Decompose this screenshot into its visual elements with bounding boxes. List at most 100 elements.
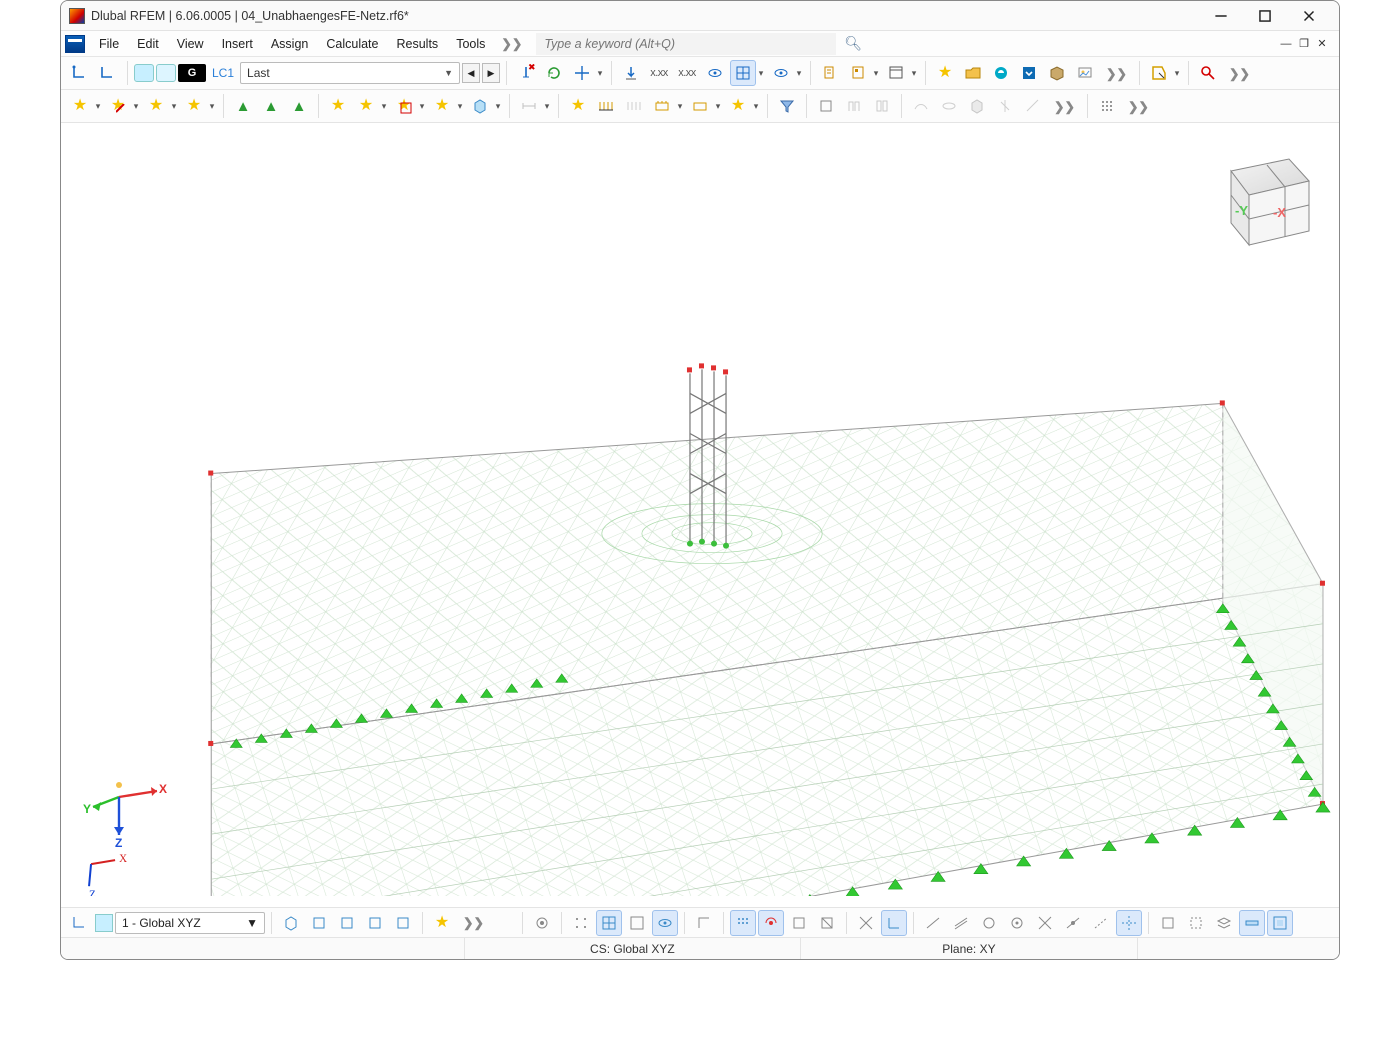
view-iso[interactable]: [278, 910, 304, 936]
tool-cloud-1[interactable]: [988, 60, 1014, 86]
gray-cube[interactable]: [964, 93, 990, 119]
menu-tools[interactable]: Tools: [448, 34, 493, 54]
dropdown-icon[interactable]: ▾: [871, 68, 881, 79]
load-line[interactable]: [593, 93, 619, 119]
snap-int[interactable]: [853, 910, 879, 936]
dropdown-icon[interactable]: ▾: [455, 101, 465, 112]
snap-last[interactable]: [1267, 910, 1293, 936]
nav-cube[interactable]: -X -Y: [1201, 137, 1321, 257]
star-nodes[interactable]: ★: [429, 910, 455, 936]
viewport-3d[interactable]: X Z -X -Y X Y Z: [61, 123, 1339, 907]
tool-coord-1[interactable]: [67, 60, 93, 86]
mdi-minimize-icon[interactable]: —: [1279, 37, 1293, 51]
snap-box2[interactable]: [1183, 910, 1209, 936]
tool-open[interactable]: [960, 60, 986, 86]
snap-box[interactable]: [1155, 910, 1181, 936]
snap-layers[interactable]: [1211, 910, 1237, 936]
snap-bar[interactable]: [1239, 910, 1265, 936]
gray-3[interactable]: [992, 93, 1018, 119]
prev-case-button[interactable]: ◀: [462, 63, 480, 83]
tool-eye-1[interactable]: [702, 60, 728, 86]
snap-line[interactable]: [920, 910, 946, 936]
new-member[interactable]: ★: [105, 93, 131, 119]
tool-new[interactable]: ★: [932, 60, 958, 86]
brand-tile-icon[interactable]: [65, 35, 85, 53]
tool-doc-2[interactable]: [845, 60, 871, 86]
maximize-button[interactable]: [1243, 1, 1287, 31]
snap-perp[interactable]: [881, 910, 907, 936]
snap-circ[interactable]: [976, 910, 1002, 936]
dropdown-icon[interactable]: ▾: [493, 101, 503, 112]
tool-select-poly[interactable]: [1146, 60, 1172, 86]
menu-view[interactable]: View: [169, 34, 212, 54]
color-swatch-1[interactable]: [134, 64, 154, 82]
minimize-button[interactable]: [1199, 1, 1243, 31]
gray-2[interactable]: [936, 93, 962, 119]
workplane-combo[interactable]: 1 - Global XYZ ▼: [115, 912, 265, 934]
dropdown-icon[interactable]: ▾: [1172, 68, 1182, 79]
new-star-1[interactable]: ★: [67, 93, 93, 119]
star-solid[interactable]: ★: [429, 93, 455, 119]
new-member-2[interactable]: ★: [143, 93, 169, 119]
dropdown-icon[interactable]: ▾: [207, 101, 217, 112]
search-input[interactable]: [536, 33, 836, 55]
load-case-combo[interactable]: Last ▼: [240, 62, 460, 84]
vis-1[interactable]: [529, 910, 555, 936]
snap-mid[interactable]: [814, 910, 840, 936]
filter[interactable]: [774, 93, 800, 119]
tool-delete-load[interactable]: ✖: [513, 60, 539, 86]
star-cube[interactable]: [467, 93, 493, 119]
vis-mesh[interactable]: [596, 910, 622, 936]
view-z[interactable]: [362, 910, 388, 936]
new-curve[interactable]: ★: [181, 93, 207, 119]
tool-box[interactable]: [1044, 60, 1070, 86]
menu-results[interactable]: Results: [389, 34, 447, 54]
dropdown-icon[interactable]: ▾: [379, 101, 389, 112]
load-area[interactable]: [649, 93, 675, 119]
tool-doc-3[interactable]: [883, 60, 909, 86]
load-solid[interactable]: ★: [725, 93, 751, 119]
tool-xxx-2[interactable]: x.xx: [674, 60, 700, 86]
dropdown-icon[interactable]: ▾: [169, 101, 179, 112]
dropdown-icon[interactable]: ▾: [751, 101, 761, 112]
vis-4[interactable]: [624, 910, 650, 936]
snap-obj[interactable]: [758, 910, 784, 936]
dropdown-icon[interactable]: ▾: [93, 101, 103, 112]
star-frame[interactable]: ★: [391, 93, 417, 119]
mdi-close-icon[interactable]: ✕: [1315, 37, 1329, 51]
gray-1[interactable]: [908, 93, 934, 119]
snap-cen[interactable]: [1004, 910, 1030, 936]
color-swatch-2[interactable]: [156, 64, 176, 82]
dropdown-icon[interactable]: ▾: [756, 68, 766, 79]
snap-ext[interactable]: [1088, 910, 1114, 936]
tool-arrows[interactable]: [569, 60, 595, 86]
dropdown-icon[interactable]: ▾: [909, 68, 919, 79]
menu-file[interactable]: File: [91, 34, 127, 54]
tool-xxx-1[interactable]: x.xx: [646, 60, 672, 86]
view-x[interactable]: [306, 910, 332, 936]
edit-section[interactable]: [869, 93, 895, 119]
snap-para[interactable]: [948, 910, 974, 936]
menu-assign[interactable]: Assign: [263, 34, 317, 54]
toolbar2-overflow[interactable]: ❯❯: [1048, 99, 1081, 114]
dropdown-icon[interactable]: ▾: [417, 101, 427, 112]
tool-grid-active[interactable]: [730, 60, 756, 86]
search-icon[interactable]: 🔍︎: [838, 35, 868, 52]
menu-overflow[interactable]: ❯❯: [495, 36, 528, 51]
tool-load-down[interactable]: [618, 60, 644, 86]
view-y[interactable]: [334, 910, 360, 936]
dropdown-icon[interactable]: ▾: [794, 68, 804, 79]
menu-calculate[interactable]: Calculate: [318, 34, 386, 54]
tool-doc-1[interactable]: [817, 60, 843, 86]
edit-portal[interactable]: [841, 93, 867, 119]
close-button[interactable]: [1287, 1, 1331, 31]
snap-guides[interactable]: [1116, 910, 1142, 936]
star-set-2[interactable]: ★: [353, 93, 379, 119]
menu-insert[interactable]: Insert: [214, 34, 261, 54]
tool-cloud-2[interactable]: [1016, 60, 1042, 86]
mdi-restore-icon[interactable]: ❐: [1297, 37, 1311, 51]
snap-tan[interactable]: [1032, 910, 1058, 936]
tool-refresh[interactable]: [541, 60, 567, 86]
star-set-1[interactable]: ★: [325, 93, 351, 119]
vis-eye[interactable]: [652, 910, 678, 936]
